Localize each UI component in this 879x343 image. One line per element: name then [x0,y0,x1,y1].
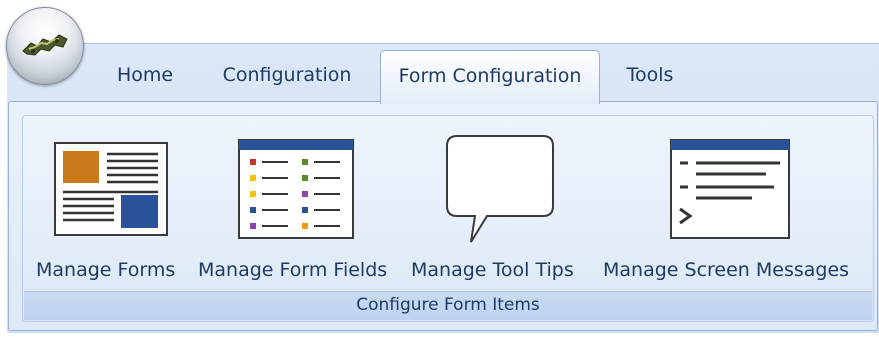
manage-forms-label: Manage Forms [36,259,176,281]
form-fields-list-icon [238,139,354,239]
tab-home[interactable]: Home [100,56,190,100]
forms-layout-icon [54,142,168,236]
tab-tools[interactable]: Tools [610,56,690,100]
manage-tool-tips-label: Manage Tool Tips [411,259,574,281]
tab-form-configuration[interactable]: Form Configuration [380,50,600,104]
application-menu-button[interactable] [6,7,84,85]
console-messages-icon [670,139,790,239]
group-caption: Configure Form Items [24,291,872,320]
manage-form-fields-label: Manage Form Fields [198,259,388,281]
tab-configuration[interactable]: Configuration [207,56,367,100]
manage-screen-messages-label: Manage Screen Messages [603,259,850,281]
app-logo-icon [22,34,68,56]
speech-bubble-icon [446,135,554,243]
